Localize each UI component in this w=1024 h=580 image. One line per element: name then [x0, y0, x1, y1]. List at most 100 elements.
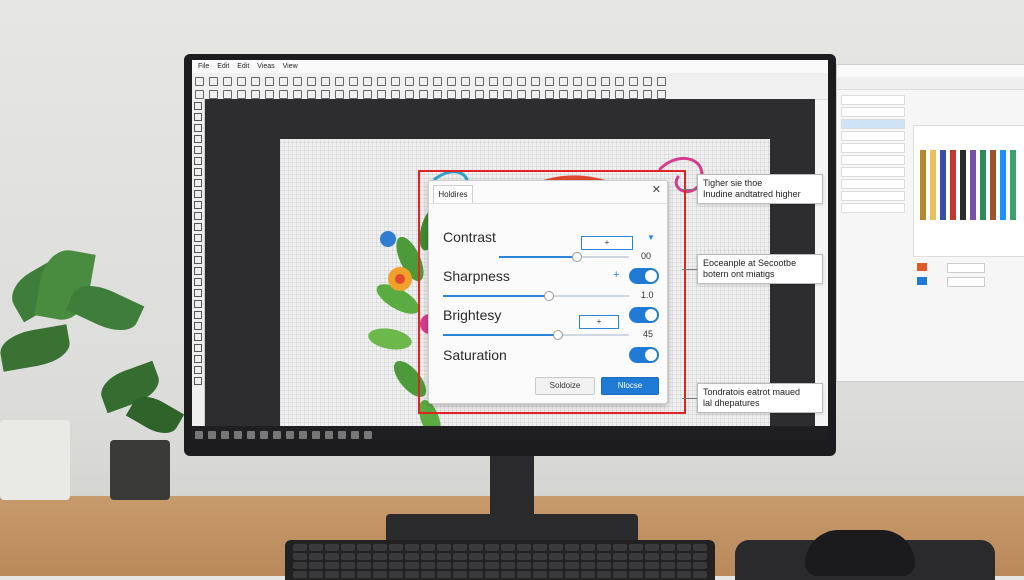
taskbar-app-icon[interactable]	[364, 431, 372, 439]
toolbar-icon[interactable]	[195, 77, 204, 86]
tool-icon[interactable]	[194, 245, 202, 253]
list-item[interactable]	[841, 131, 905, 141]
tool-icon[interactable]	[194, 377, 202, 385]
toolbar-icon[interactable]	[405, 77, 414, 86]
toolbar-icon[interactable]	[559, 77, 568, 86]
saturation-toggle[interactable]	[629, 347, 659, 363]
toolbar-icon[interactable]	[279, 77, 288, 86]
toolbar-icon[interactable]	[461, 90, 470, 99]
toolbar-icon[interactable]	[629, 90, 638, 99]
toolbar-icon[interactable]	[377, 77, 386, 86]
tool-icon[interactable]	[194, 311, 202, 319]
toolbar-icon[interactable]	[601, 90, 610, 99]
list-item[interactable]	[841, 119, 905, 129]
toolbar-icon[interactable]	[531, 77, 540, 86]
cancel-button[interactable]: Soldoize	[535, 377, 595, 395]
menu-view[interactable]: View	[283, 60, 298, 73]
toolbar-icon[interactable]	[321, 77, 330, 86]
menu-vieas[interactable]: Vieas	[257, 60, 274, 73]
chevron-down-icon[interactable]: ▼	[647, 233, 655, 242]
toolbar-icon[interactable]	[503, 77, 512, 86]
toolbar-icon[interactable]	[559, 90, 568, 99]
toolbar-icon[interactable]	[391, 77, 400, 86]
taskbar-app-icon[interactable]	[234, 431, 242, 439]
taskbar-app-icon[interactable]	[338, 431, 346, 439]
tool-icon[interactable]	[194, 146, 202, 154]
tool-icon[interactable]	[194, 157, 202, 165]
toolbar-icon[interactable]	[391, 90, 400, 99]
toolbar-icon[interactable]	[657, 90, 666, 99]
toolbar-icon[interactable]	[587, 90, 596, 99]
color-chip[interactable]	[917, 277, 927, 285]
toolbar-icon[interactable]	[489, 77, 498, 86]
toolbar-icon[interactable]	[195, 90, 204, 99]
toolbar-icon[interactable]	[349, 90, 358, 99]
toolbar-icon[interactable]	[615, 90, 624, 99]
toolbar-icon[interactable]	[573, 77, 582, 86]
toolbar-icon[interactable]	[475, 77, 484, 86]
contrast-slider-track[interactable]	[499, 256, 629, 258]
toolbar-icon[interactable]	[475, 90, 484, 99]
close-icon[interactable]: ✕	[652, 183, 661, 196]
toolbar-icon[interactable]	[433, 77, 442, 86]
toolbar-icon[interactable]	[531, 90, 540, 99]
tool-icon[interactable]	[194, 168, 202, 176]
toolbar-icon[interactable]	[461, 77, 470, 86]
tool-icon[interactable]	[194, 322, 202, 330]
toolbar-icon[interactable]	[223, 90, 232, 99]
toolbar-icon[interactable]	[363, 90, 372, 99]
toolbar-icon[interactable]	[335, 77, 344, 86]
list-item[interactable]	[841, 107, 905, 117]
taskbar-app-icon[interactable]	[312, 431, 320, 439]
toolbar-icon[interactable]	[237, 90, 246, 99]
toolbar-icon[interactable]	[587, 77, 596, 86]
list-item[interactable]	[841, 179, 905, 189]
plus-icon[interactable]: +	[613, 269, 619, 281]
menu-file[interactable]: File	[198, 60, 209, 73]
tool-icon[interactable]	[194, 300, 202, 308]
toolbar-icon[interactable]	[517, 90, 526, 99]
taskbar-app-icon[interactable]	[221, 431, 229, 439]
taskbar-app-icon[interactable]	[273, 431, 281, 439]
toolbar-icon[interactable]	[237, 77, 246, 86]
taskbar-app-icon[interactable]	[325, 431, 333, 439]
toolbar-icon[interactable]	[293, 77, 302, 86]
tool-icon[interactable]	[194, 344, 202, 352]
toolbar-icon[interactable]	[601, 77, 610, 86]
tool-icon[interactable]	[194, 234, 202, 242]
toolbar-icon[interactable]	[265, 77, 274, 86]
tool-icon[interactable]	[194, 267, 202, 275]
toolbar-icon[interactable]	[209, 90, 218, 99]
menu-edit-2[interactable]: Edit	[237, 60, 249, 73]
toolbar-icon[interactable]	[209, 77, 218, 86]
toolbar-icon[interactable]	[433, 90, 442, 99]
tool-icon[interactable]	[194, 289, 202, 297]
toolbar-icon[interactable]	[223, 77, 232, 86]
taskbar-app-icon[interactable]	[351, 431, 359, 439]
tool-icon[interactable]	[194, 366, 202, 374]
brightness-slider-thumb[interactable]	[553, 330, 564, 340]
toolbar-icon[interactable]	[643, 77, 652, 86]
list-item[interactable]	[841, 143, 905, 153]
taskbar-app-icon[interactable]	[195, 431, 203, 439]
toolbar-icon[interactable]	[265, 90, 274, 99]
dialog-tab[interactable]: Holdires	[433, 185, 473, 204]
toolbar-icon[interactable]	[279, 90, 288, 99]
list-item[interactable]	[841, 167, 905, 177]
tool-icon[interactable]	[194, 212, 202, 220]
tool-icon[interactable]	[194, 333, 202, 341]
toolbar-icon[interactable]	[307, 90, 316, 99]
list-item[interactable]	[841, 155, 905, 165]
toolbar-icon[interactable]	[419, 77, 428, 86]
toolbar-icon[interactable]	[363, 77, 372, 86]
tool-icon[interactable]	[194, 102, 202, 110]
brightness-slider-track[interactable]	[443, 334, 629, 336]
brightness-value-box[interactable]: +	[579, 315, 619, 329]
thread-field[interactable]	[947, 263, 985, 273]
menu-edit[interactable]: Edit	[217, 60, 229, 73]
ok-button[interactable]: Nlocse	[601, 377, 659, 395]
tool-icon[interactable]	[194, 256, 202, 264]
toolbar-icon[interactable]	[307, 77, 316, 86]
list-item[interactable]	[841, 95, 905, 105]
sharpness-slider-track[interactable]	[443, 295, 629, 297]
